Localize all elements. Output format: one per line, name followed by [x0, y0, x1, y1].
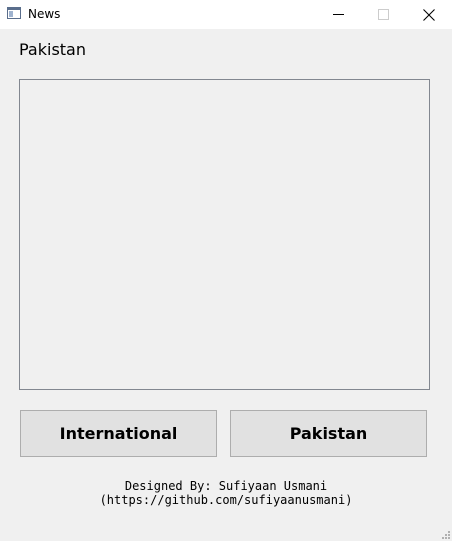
- maximize-button[interactable]: [361, 0, 406, 29]
- close-button[interactable]: [406, 0, 451, 29]
- maximize-icon: [378, 9, 389, 20]
- resize-grip-icon[interactable]: [442, 531, 450, 539]
- close-icon: [422, 8, 435, 21]
- title-bar[interactable]: News: [0, 0, 452, 29]
- section-label: Pakistan: [19, 40, 86, 59]
- window-title: News: [28, 7, 61, 21]
- footer-credit: Designed By: Sufiyaan Usmani (https://gi…: [99, 479, 353, 507]
- minimize-button[interactable]: [316, 0, 361, 29]
- app-window-icon: [7, 7, 21, 19]
- app-window: News Pakistan International Pakistan Des…: [0, 0, 452, 541]
- news-content-box[interactable]: [19, 79, 430, 390]
- minimize-icon: [333, 14, 344, 15]
- international-button[interactable]: International: [20, 410, 217, 457]
- pakistan-button[interactable]: Pakistan: [230, 410, 427, 457]
